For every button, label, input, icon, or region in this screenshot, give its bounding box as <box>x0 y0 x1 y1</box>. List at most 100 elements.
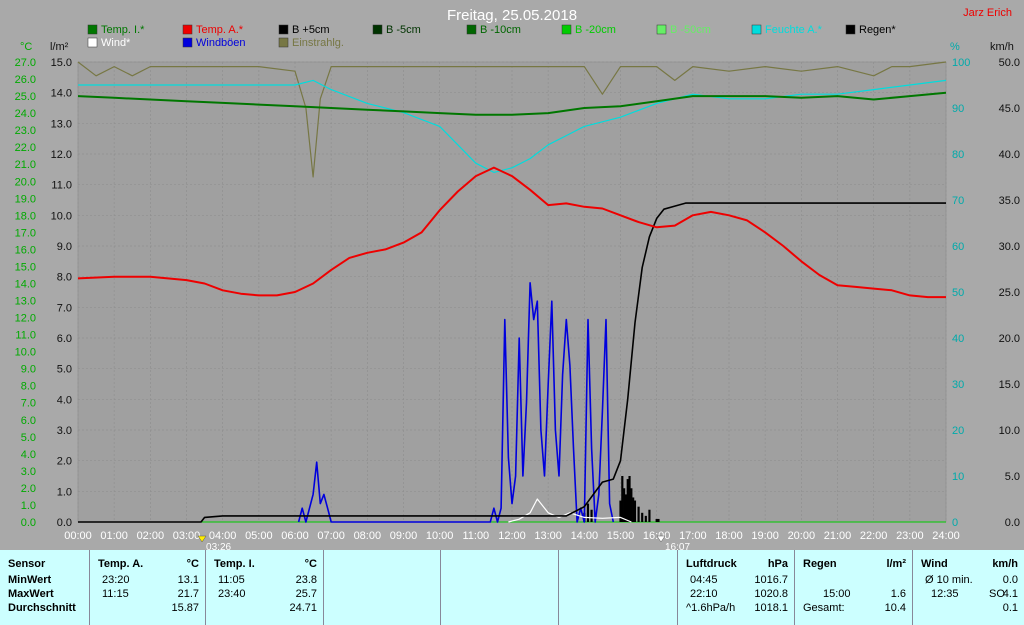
pressure-min-value: 1016.7 <box>754 574 788 586</box>
rain-tick-label: 1.0 <box>57 486 72 498</box>
rain-bar <box>644 515 647 522</box>
rain-bar <box>637 506 640 522</box>
temp-tick-label: 22.0 <box>15 142 36 154</box>
empty-panel-3 <box>559 550 678 625</box>
temp-a-avg: 15.87 <box>171 602 199 614</box>
rain-tick-label: 15.0 <box>51 57 72 69</box>
temp-tick-label: 20.0 <box>15 176 36 188</box>
temp-a-unit: °C <box>186 558 199 570</box>
rain-tick-label: 7.0 <box>57 302 72 314</box>
legend-swatch <box>278 24 289 35</box>
temp-i-header: Temp. I. <box>214 558 255 570</box>
wind-tick-label: 40.0 <box>999 149 1020 161</box>
temp-tick-label: 17.0 <box>15 227 36 239</box>
wind-tick-label: 25.0 <box>999 287 1020 299</box>
temp-i-unit: °C <box>304 558 317 570</box>
rain-tick-label: 2.0 <box>57 456 72 468</box>
temp-tick-label: 26.0 <box>15 74 36 86</box>
wind-tick-label: 15.0 <box>999 379 1020 391</box>
rain-bar <box>648 509 651 522</box>
wind-avg-value: 0.0 <box>1002 574 1018 586</box>
wind-max-time: 12:35 <box>931 588 959 600</box>
wind-panel: Wind km/h Ø 10 min. 0.0 12:35 SO 4.1 0.1 <box>913 550 1024 625</box>
temp-i-max-value: 25.7 <box>295 588 317 600</box>
time-tick-label: 24:00 <box>932 530 960 542</box>
legend-label: Feuchte A.* <box>765 24 823 36</box>
weather-chart: Freitag, 25.05.2018 Jarz Erich Temp. I.*… <box>0 0 1024 550</box>
humidity-tick-label: 70 <box>952 195 964 207</box>
time-tick-label: 02:00 <box>137 530 165 542</box>
empty-panel-2 <box>441 550 559 625</box>
time-tick-label: 10:00 <box>426 530 454 542</box>
temp-a-max-time: 11:15 <box>102 588 129 600</box>
temp-i-avg: 24.71 <box>289 602 317 614</box>
time-tick-label: 17:00 <box>679 530 707 542</box>
legend-label: Einstrahlg. <box>292 37 344 49</box>
temp-tick-label: 12.0 <box>15 313 36 325</box>
wind-tick-label: 45.0 <box>999 103 1020 115</box>
wind-tick-label: 50.0 <box>999 57 1020 69</box>
sensor-header: Sensor <box>8 558 46 570</box>
author-label: Jarz Erich <box>963 7 1012 19</box>
time-tick-label: 09:00 <box>390 530 418 542</box>
pressure-unit: hPa <box>767 558 788 570</box>
rain-header: Regen <box>803 558 837 570</box>
legend-label: B -10cm <box>480 24 521 36</box>
temp-tick-label: 21.0 <box>15 159 36 171</box>
rain-tick-label: 13.0 <box>51 118 72 130</box>
legend-swatch <box>656 24 667 35</box>
temp-i-panel: Temp. I. °C 11:05 23.8 23:40 25.7 24.71 <box>206 550 324 625</box>
avg-row-label: Durchschnitt <box>8 602 76 614</box>
rain-tick-label: 9.0 <box>57 241 72 253</box>
wind-tick-label: 30.0 <box>999 241 1020 253</box>
pressure-avg: 1018.1 <box>754 602 788 614</box>
wind-tick-label: 20.0 <box>999 333 1020 345</box>
legend-label: B +5cm <box>292 24 330 36</box>
legend-label: Regen* <box>859 24 896 36</box>
time-tick-label: 15:00 <box>607 530 635 542</box>
humidity-tick-label: 100 <box>952 57 970 69</box>
time-tick-label: 12:00 <box>498 530 526 542</box>
time-tick-label: 14:00 <box>571 530 599 542</box>
temp-tick-label: 1.0 <box>21 500 36 512</box>
legend-swatch <box>372 24 383 35</box>
humidity-unit-label: % <box>950 41 960 53</box>
rain-bar <box>633 500 637 522</box>
legend-swatch <box>87 24 98 35</box>
legend-swatch <box>182 37 193 48</box>
wind-unit: km/h <box>992 558 1018 570</box>
time-tick-label: 00:00 <box>64 530 92 542</box>
temp-tick-label: 4.0 <box>21 449 36 461</box>
rain-bar <box>586 503 590 522</box>
rain-tick-label: 14.0 <box>51 88 72 100</box>
rain-tick-label: 3.0 <box>57 425 72 437</box>
rain-bar <box>590 509 593 522</box>
temp-tick-label: 0.0 <box>21 517 36 529</box>
rain-tick-label: 8.0 <box>57 272 72 284</box>
legend-label: B -5cm <box>386 24 421 36</box>
humidity-tick-label: 40 <box>952 333 964 345</box>
humidity-tick-label: 0 <box>952 517 958 529</box>
rain-bar <box>641 512 644 522</box>
temp-a-header: Temp. A. <box>98 558 144 570</box>
legend-swatch <box>561 24 572 35</box>
legend-swatch <box>466 24 477 35</box>
rain-max-time: 15:00 <box>823 588 851 600</box>
time-marker-label: 03:26 <box>206 542 231 550</box>
legend-label: B -20cm <box>575 24 616 36</box>
time-tick-label: 20:00 <box>788 530 816 542</box>
temp-a-max-value: 21.7 <box>177 588 199 600</box>
wind-avg-label: Ø 10 min. <box>925 574 973 586</box>
humidity-tick-label: 20 <box>952 425 964 437</box>
legend-label: Temp. A.* <box>196 24 244 36</box>
temp-tick-label: 19.0 <box>15 193 36 205</box>
time-tick-label: 23:00 <box>896 530 924 542</box>
temp-tick-label: 3.0 <box>21 466 36 478</box>
temp-tick-label: 15.0 <box>15 261 36 273</box>
temp-a-panel: Temp. A. °C 23:20 13.1 11:15 21.7 15.87 <box>90 550 206 625</box>
rain-tick-label: 12.0 <box>51 149 72 161</box>
humidity-tick-label: 10 <box>952 471 964 483</box>
temp-tick-label: 27.0 <box>15 57 36 69</box>
humidity-tick-label: 90 <box>952 103 964 115</box>
rain-total-label: Gesamt: <box>803 602 845 614</box>
